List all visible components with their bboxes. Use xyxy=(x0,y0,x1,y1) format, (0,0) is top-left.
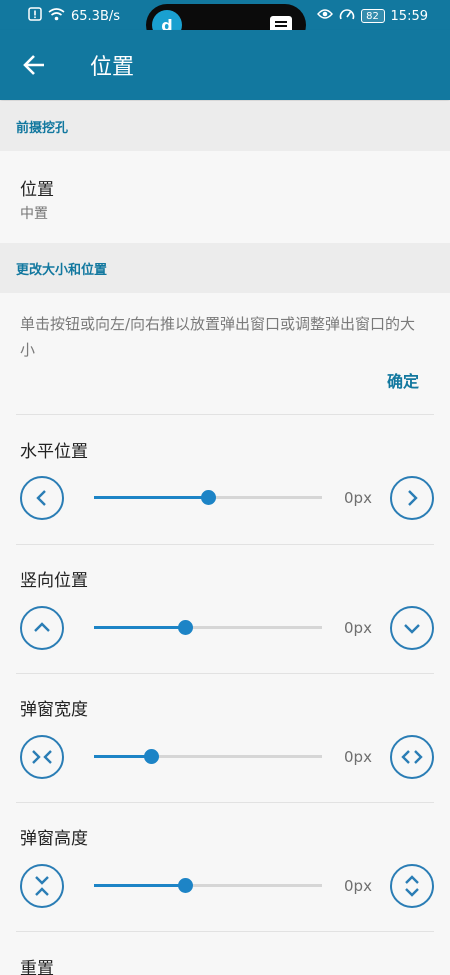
divider xyxy=(16,673,434,674)
slider-fill xyxy=(94,626,186,629)
status-bar: 65.3B/s d 82 15:59 xyxy=(0,0,450,46)
popup-height-slider[interactable] xyxy=(94,875,322,895)
popup-width-slider[interactable] xyxy=(94,746,322,766)
status-right: 82 15:59 xyxy=(316,7,428,25)
alert-icon xyxy=(28,7,42,25)
net-speed: 65.3B/s xyxy=(71,8,121,24)
resize-description: 单击按钮或向左/向右推以放置弹出窗口或调整弹出窗口的大小 xyxy=(20,315,416,359)
horizontal-position-value: 0px xyxy=(344,489,372,507)
page-title: 位置 xyxy=(90,55,135,80)
slider-fill xyxy=(94,496,208,499)
position-value: 中置 xyxy=(20,206,48,222)
popup-height-value: 0px xyxy=(344,877,372,895)
slider-fill xyxy=(94,755,151,758)
position-preference[interactable]: 位置 中置 xyxy=(0,151,450,243)
slider-thumb[interactable] xyxy=(178,620,194,635)
chevron-up-icon[interactable] xyxy=(20,606,64,650)
vertical-position-title: 竖向位置 xyxy=(20,571,88,591)
status-left: 65.3B/s xyxy=(28,7,120,25)
popup-height-title: 弹窗高度 xyxy=(20,829,88,849)
position-title: 位置 xyxy=(20,180,54,200)
horizontal-position-slider[interactable] xyxy=(94,487,322,507)
popup-width-value: 0px xyxy=(344,748,372,766)
divider xyxy=(16,414,434,415)
slider-thumb[interactable] xyxy=(201,490,216,505)
chevron-down-icon[interactable] xyxy=(390,606,434,650)
slider-thumb[interactable] xyxy=(144,749,159,764)
shrink-horizontal-icon[interactable] xyxy=(20,735,64,779)
expand-vertical-icon[interactable] xyxy=(390,864,434,908)
wifi-icon xyxy=(48,7,65,25)
popup-width-title: 弹窗宽度 xyxy=(20,700,88,720)
vertical-position-slider[interactable] xyxy=(94,617,322,637)
divider xyxy=(16,544,434,545)
app-bar: 位置 xyxy=(0,30,450,100)
chevron-right-icon[interactable] xyxy=(390,476,434,520)
expand-horizontal-icon[interactable] xyxy=(390,735,434,779)
divider xyxy=(16,931,434,932)
ok-button[interactable]: 确定 xyxy=(387,368,419,392)
shrink-vertical-icon[interactable] xyxy=(20,864,64,908)
reset-button[interactable]: 重置 xyxy=(20,954,54,975)
slider-fill xyxy=(94,884,186,887)
section-header-resize: 更改大小和位置 xyxy=(0,243,450,293)
divider xyxy=(16,802,434,803)
slider-thumb[interactable] xyxy=(178,878,194,893)
vertical-position-value: 0px xyxy=(344,619,372,637)
horizontal-position-title: 水平位置 xyxy=(20,442,88,462)
arrow-left-icon[interactable] xyxy=(20,50,50,80)
speedometer-icon xyxy=(339,7,355,25)
battery-icon: 82 xyxy=(360,9,385,23)
eye-icon xyxy=(316,8,333,24)
clock: 15:59 xyxy=(390,8,428,24)
section-header-camera: 前摄挖孔 xyxy=(0,101,450,151)
chevron-left-icon[interactable] xyxy=(20,476,64,520)
